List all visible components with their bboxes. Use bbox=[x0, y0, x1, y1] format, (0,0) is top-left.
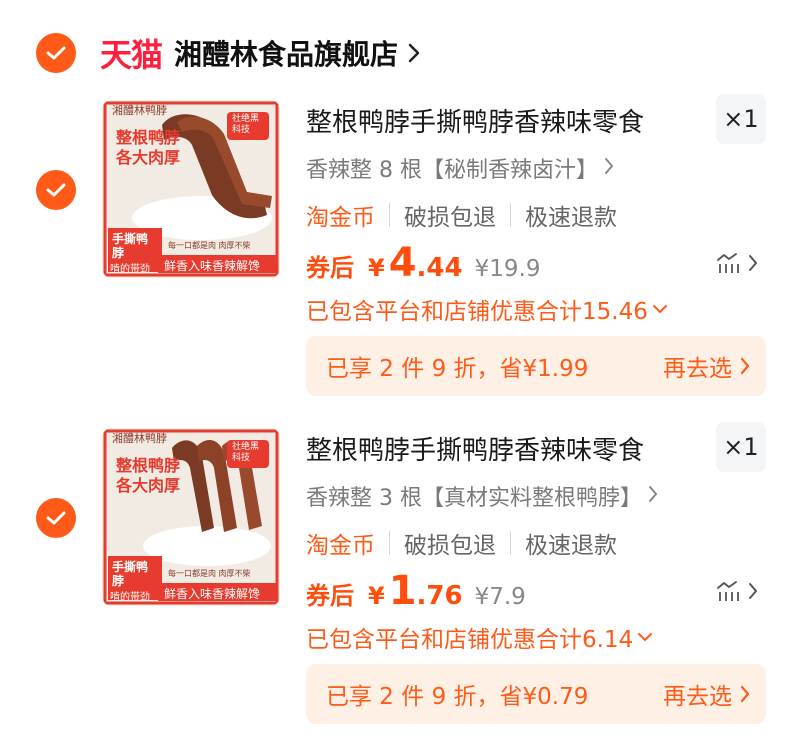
sku-text: 香辣整 3 根【真材实料整根鸭脖】 bbox=[306, 486, 642, 511]
reselect-button[interactable]: 再去选 bbox=[663, 349, 750, 383]
product-image[interactable]: 湘醴林鸭脖 社绝黑科技 整根鸭脖 各大肉厚 手撕鸭脖 啃的带劲 鲜香入味香辣解馋… bbox=[102, 428, 280, 606]
image-slogan: 鲜香入味香辣解馋 bbox=[164, 259, 261, 273]
coupon-label: 券后 bbox=[306, 582, 354, 610]
image-brand-text: 湘醴林鸭脖 bbox=[112, 104, 167, 117]
chevron-right-icon bbox=[740, 357, 750, 375]
original-price: ¥19.9 bbox=[474, 256, 541, 282]
image-slogan: 鲜香入味香辣解馋 bbox=[164, 587, 261, 601]
promo-text: 已享 2 件 9 折，省¥0.79 bbox=[326, 684, 589, 710]
chevron-down-icon bbox=[652, 305, 667, 314]
discount-detail[interactable]: 已包含平台和店铺优惠合计15.46 bbox=[306, 292, 668, 326]
sku-text: 香辣整 8 根【秘制香辣卤汁】 bbox=[306, 158, 598, 183]
original-price: ¥7.9 bbox=[474, 584, 526, 610]
service-tag: 淘金币 bbox=[306, 533, 375, 559]
product-title[interactable]: 整根鸭脖手撕鸭脖香辣味零食 bbox=[306, 430, 644, 467]
price-symbol: ¥ bbox=[368, 254, 385, 282]
sku-selector[interactable]: 香辣整 8 根【秘制香辣卤汁】 bbox=[306, 152, 614, 184]
divider bbox=[510, 531, 511, 555]
image-tag: 手撕鸭脖 bbox=[112, 560, 149, 588]
service-tag: 淘金币 bbox=[306, 205, 375, 231]
image-tag: 啃的带劲 bbox=[110, 264, 150, 275]
image-tag: 手撕鸭脖 bbox=[112, 232, 149, 260]
chevron-right-icon[interactable] bbox=[408, 43, 420, 63]
shop-name[interactable]: 湘醴林食品旗舰店 bbox=[174, 33, 398, 73]
image-headline: 各大肉厚 bbox=[116, 148, 181, 167]
item-select-checkbox[interactable] bbox=[36, 498, 76, 538]
image-brand-text: 湘醴林鸭脖 bbox=[112, 432, 167, 445]
image-headline: 各大肉厚 bbox=[116, 476, 181, 495]
price-integer: 1 bbox=[388, 568, 417, 614]
divider bbox=[389, 531, 390, 555]
image-tag: 啃的带劲 bbox=[110, 592, 150, 603]
check-icon bbox=[46, 183, 66, 197]
service-tag: 极速退款 bbox=[525, 533, 617, 559]
price-integer: 4 bbox=[388, 240, 417, 286]
coupon-label: 券后 bbox=[306, 254, 354, 282]
price-row: 券后 ¥ 1 .76 ¥7.9 bbox=[306, 568, 526, 614]
image-small-text: 每一口都是肉 肉厚不柴 bbox=[168, 569, 251, 578]
image-small-text: 每一口都是肉 肉厚不柴 bbox=[168, 241, 251, 250]
chevron-right-icon bbox=[740, 685, 750, 703]
shop-select-checkbox[interactable] bbox=[36, 33, 76, 73]
chevron-right-icon bbox=[749, 255, 758, 271]
discount-text: 已包含平台和店铺优惠合计6.14 bbox=[306, 627, 634, 653]
service-tags: 淘金币 破损包退 极速退款 bbox=[306, 198, 617, 232]
item-select-checkbox[interactable] bbox=[36, 170, 76, 210]
service-tags: 淘金币 破损包退 极速退款 bbox=[306, 526, 617, 560]
sku-selector[interactable]: 香辣整 3 根【真材实料整根鸭脖】 bbox=[306, 480, 658, 512]
image-badge-text: 社绝黑科技 bbox=[232, 442, 260, 463]
price-trend-button[interactable] bbox=[716, 252, 758, 274]
chevron-right-icon bbox=[604, 156, 614, 181]
price-trend-icon bbox=[717, 581, 739, 601]
price-trend-button[interactable] bbox=[716, 580, 758, 602]
price-decimal: .76 bbox=[416, 581, 463, 611]
price-row: 券后 ¥ 4 .44 ¥19.9 bbox=[306, 240, 540, 286]
cart-item: 湘醴林鸭脖 社绝黑科技 整根鸭脖 各大肉厚 手撕鸭脖 啃的带劲 鲜香入味香辣解馋… bbox=[0, 422, 800, 748]
product-image[interactable]: 湘醴林鸭脖 社绝黑科技 整根鸭脖 各大肉厚 手撕鸭脖 啃的带劲 鲜香入味香辣解馋… bbox=[102, 100, 280, 278]
promo-bar[interactable]: 已享 2 件 9 折，省¥0.79 再去选 bbox=[306, 664, 766, 724]
quantity-selector[interactable]: ×1 bbox=[716, 94, 766, 144]
shop-header[interactable]: 天猫 湘醴林食品旗舰店 bbox=[100, 28, 420, 78]
service-tag: 极速退款 bbox=[525, 205, 617, 231]
divider bbox=[510, 203, 511, 227]
chevron-down-icon bbox=[638, 633, 653, 642]
image-badge-text: 社绝黑科技 bbox=[232, 114, 260, 135]
tmall-logo: 天猫 bbox=[100, 36, 163, 74]
promo-text: 已享 2 件 9 折，省¥1.99 bbox=[326, 356, 589, 382]
chevron-right-icon bbox=[648, 484, 658, 509]
price-symbol: ¥ bbox=[368, 582, 385, 610]
chevron-right-icon bbox=[749, 583, 758, 599]
check-icon bbox=[46, 511, 66, 525]
reselect-button[interactable]: 再去选 bbox=[663, 677, 750, 711]
discount-text: 已包含平台和店铺优惠合计15.46 bbox=[306, 299, 648, 325]
service-tag: 破损包退 bbox=[404, 533, 496, 559]
quantity-selector[interactable]: ×1 bbox=[716, 422, 766, 472]
cart-item: 湘醴林鸭脖 社绝黑科技 整根鸭脖 各大肉厚 手撕鸭脖 啃的带劲 鲜香入味香辣解馋… bbox=[0, 94, 800, 420]
check-icon bbox=[46, 46, 66, 60]
reselect-label: 再去选 bbox=[663, 684, 732, 710]
reselect-label: 再去选 bbox=[663, 356, 732, 382]
service-tag: 破损包退 bbox=[404, 205, 496, 231]
price-decimal: .44 bbox=[416, 253, 463, 283]
divider bbox=[389, 203, 390, 227]
product-title[interactable]: 整根鸭脖手撕鸭脖香辣味零食 bbox=[306, 102, 644, 139]
discount-detail[interactable]: 已包含平台和店铺优惠合计6.14 bbox=[306, 620, 653, 654]
promo-bar[interactable]: 已享 2 件 9 折，省¥1.99 再去选 bbox=[306, 336, 766, 396]
price-trend-icon bbox=[717, 253, 739, 273]
